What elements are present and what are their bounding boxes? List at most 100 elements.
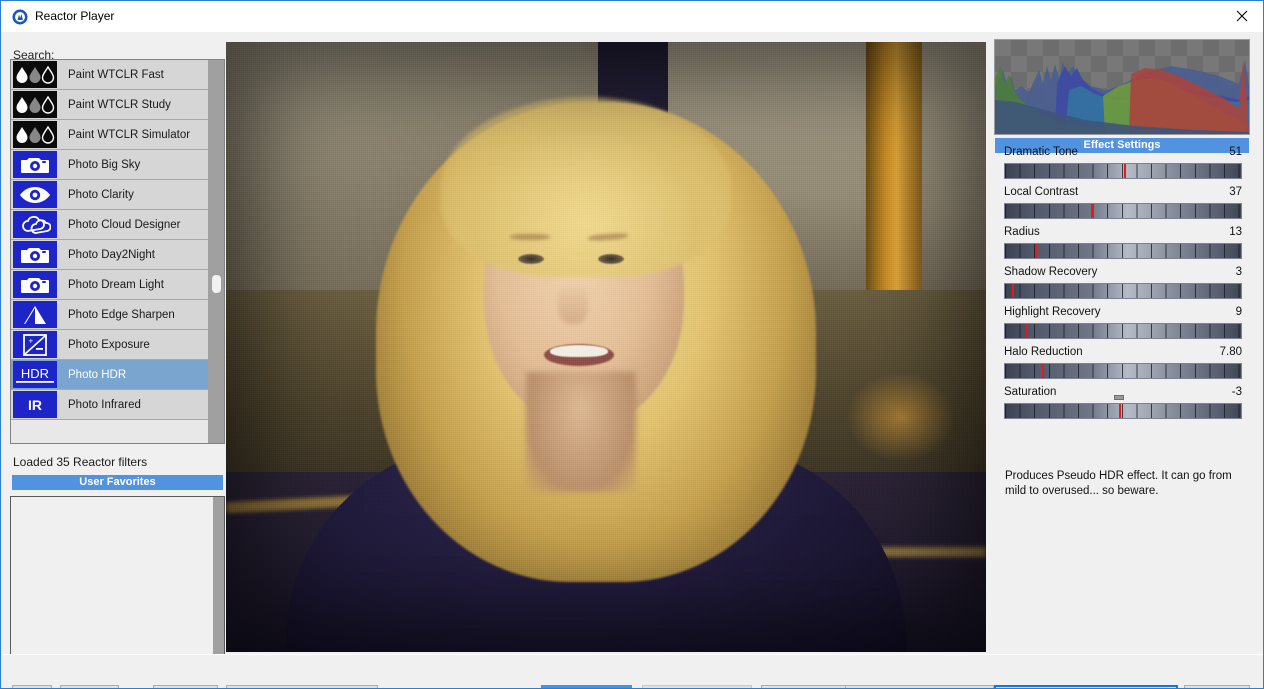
photo-subject-brow-right bbox=[587, 232, 629, 242]
slider-marker[interactable] bbox=[1034, 244, 1037, 258]
effect-parameter-slider[interactable] bbox=[1004, 243, 1242, 259]
slider-handle[interactable] bbox=[1114, 395, 1125, 400]
slider-ticks bbox=[1005, 284, 1241, 298]
photo-subject-nose bbox=[558, 282, 588, 324]
cloud-icon bbox=[13, 211, 57, 238]
photo-bg-column bbox=[598, 42, 668, 272]
filter-list-item-label: Photo Day2Night bbox=[68, 248, 155, 261]
effect-parameter-slider[interactable] bbox=[1004, 203, 1242, 219]
filter-list-item-label: Paint WTCLR Fast bbox=[68, 68, 164, 81]
filter-list-item[interactable]: Paint WTCLR Fast bbox=[11, 60, 209, 90]
filter-list-item-label: Photo Infrared bbox=[68, 398, 141, 411]
close-icon[interactable] bbox=[1219, 1, 1263, 31]
effect-parameter-value: 37 bbox=[1229, 186, 1242, 198]
effect-parameter-label: Halo Reduction bbox=[1004, 346, 1083, 358]
photo-bg-stripe-left bbox=[226, 491, 427, 514]
filter-list-scrollbar[interactable] bbox=[208, 60, 224, 443]
filter-list-item[interactable]: Paint WTCLR Study bbox=[11, 90, 209, 120]
photo-bg-wall-left bbox=[226, 42, 616, 292]
filter-list-item[interactable]: Photo Dream Light bbox=[11, 270, 209, 300]
preview-photo[interactable] bbox=[226, 42, 986, 652]
zoom-button[interactable]: Zoom 1:1 bbox=[761, 685, 857, 688]
add-favorite-button[interactable]: + bbox=[12, 685, 52, 688]
photo-subject-mouth bbox=[544, 344, 614, 366]
filter-list-item[interactable]: Photo Day2Night bbox=[11, 240, 209, 270]
photo-subject-eye-left bbox=[518, 254, 544, 264]
effect-parameter-value: 51 bbox=[1229, 146, 1242, 158]
filter-list-item[interactable]: IR Photo Infrared bbox=[11, 390, 209, 420]
filter-list-item-label: Photo Dream Light bbox=[68, 278, 164, 291]
process-button[interactable]: Process bbox=[994, 685, 1178, 688]
window-title: Reactor Player bbox=[35, 9, 115, 23]
photo-bg-stripe-right bbox=[826, 547, 986, 557]
slider-marker[interactable] bbox=[1026, 324, 1029, 338]
filter-list[interactable]: Paint WTCLR Fast Paint WTCLR Study Paint W… bbox=[10, 59, 225, 444]
svg-text:IR: IR bbox=[28, 397, 42, 413]
filter-list-item[interactable]: + Photo Exposure bbox=[11, 330, 209, 360]
effect-parameter-slider[interactable] bbox=[1004, 323, 1242, 339]
user-favorites-header: User Favorites bbox=[12, 475, 223, 490]
filter-list-item-label: Photo Edge Sharpen bbox=[68, 308, 175, 321]
photo-grain-overlay bbox=[226, 42, 986, 652]
delete-button[interactable]: Delete bbox=[60, 685, 119, 688]
effect-description: Produces Pseudo HDR effect. It can go fr… bbox=[1005, 470, 1232, 497]
register-button[interactable]: Register bbox=[642, 685, 752, 688]
user-favorites-list[interactable] bbox=[10, 496, 225, 672]
filter-list-scrollbar-thumb[interactable] bbox=[212, 275, 221, 293]
user-favorites-scrollbar[interactable] bbox=[213, 497, 224, 671]
filter-list-item-label: Photo Big Sky bbox=[68, 158, 141, 171]
slider-marker[interactable] bbox=[1119, 404, 1122, 418]
svg-text:HDR: HDR bbox=[21, 366, 49, 381]
client-area: Search: Paint WTCLR Fast Paint WTCLR Stud… bbox=[2, 32, 1263, 688]
cancel-button[interactable]: Cancel bbox=[1184, 685, 1250, 688]
effect-parameter-slider[interactable] bbox=[1004, 283, 1242, 299]
slider-ticks bbox=[1005, 324, 1241, 338]
filter-list-item-label: Paint WTCLR Study bbox=[68, 98, 171, 111]
edit-in-photo-reactor-button[interactable]: Edit in Photo Reactor bbox=[226, 685, 378, 688]
loaded-filters-status: Loaded 35 Reactor filters bbox=[13, 455, 148, 469]
bottom-toolbar bbox=[2, 654, 1263, 688]
effect-parameter-value: 3 bbox=[1235, 266, 1242, 278]
effect-parameter-label: Shadow Recovery bbox=[1004, 266, 1098, 278]
photo-subject-coat bbox=[286, 442, 906, 652]
photo-subject-hair-top bbox=[441, 97, 731, 277]
effect-parameter-label: Saturation bbox=[1004, 386, 1057, 398]
effect-parameter-label: Highlight Recovery bbox=[1004, 306, 1101, 318]
visualize-effect-graph-button[interactable]: Visualize Effect Graph bbox=[845, 685, 994, 688]
ir-icon: IR bbox=[13, 391, 57, 418]
preview-frame[interactable] bbox=[226, 42, 986, 652]
import-button[interactable]: Import... bbox=[153, 685, 218, 688]
filter-list-item[interactable]: Photo Big Sky bbox=[11, 150, 209, 180]
filter-list-item-label: Photo Exposure bbox=[68, 338, 150, 351]
photo-bg-glow bbox=[846, 372, 956, 462]
filter-list-item-label: Paint WTCLR Simulator bbox=[68, 128, 191, 141]
triangle-icon bbox=[13, 301, 57, 328]
effect-parameter-value: 13 bbox=[1229, 226, 1242, 238]
slider-marker[interactable] bbox=[1091, 204, 1094, 218]
filter-list-item[interactable]: Paint WTCLR Simulator bbox=[11, 120, 209, 150]
svg-text:+: + bbox=[29, 336, 34, 345]
droplets-icon bbox=[13, 121, 57, 148]
effect-parameter-slider[interactable] bbox=[1004, 163, 1242, 179]
photo-subject-brow-left bbox=[510, 234, 550, 240]
effect-parameter-slider[interactable] bbox=[1004, 363, 1242, 379]
filter-list-item[interactable]: Photo Cloud Designer bbox=[11, 210, 209, 240]
slider-marker[interactable] bbox=[1041, 364, 1044, 378]
photo-bg-pillar bbox=[866, 42, 922, 472]
filter-list-item[interactable]: Photo Clarity bbox=[11, 180, 209, 210]
photo-subject-eye-right bbox=[598, 254, 624, 264]
filter-list-item[interactable]: HDR Photo HDR bbox=[11, 360, 209, 390]
slider-marker[interactable] bbox=[1124, 164, 1127, 178]
eye-icon bbox=[13, 181, 57, 208]
effect-parameter-value: 7.80 bbox=[1219, 346, 1242, 358]
reactor-logo-icon bbox=[12, 9, 28, 25]
photo-bg-lower bbox=[226, 472, 986, 652]
photo-subject-neck bbox=[526, 372, 636, 492]
photo-subject-hair bbox=[376, 102, 816, 582]
effect-parameter-slider[interactable] bbox=[1004, 403, 1242, 419]
filter-list-item[interactable]: Photo Edge Sharpen bbox=[11, 300, 209, 330]
slider-marker[interactable] bbox=[1012, 284, 1015, 298]
exposure-icon: + bbox=[13, 331, 57, 358]
reactor-64bit-badge: Reactor 64 bit bbox=[541, 685, 632, 688]
photo-subject-face bbox=[484, 154, 684, 424]
